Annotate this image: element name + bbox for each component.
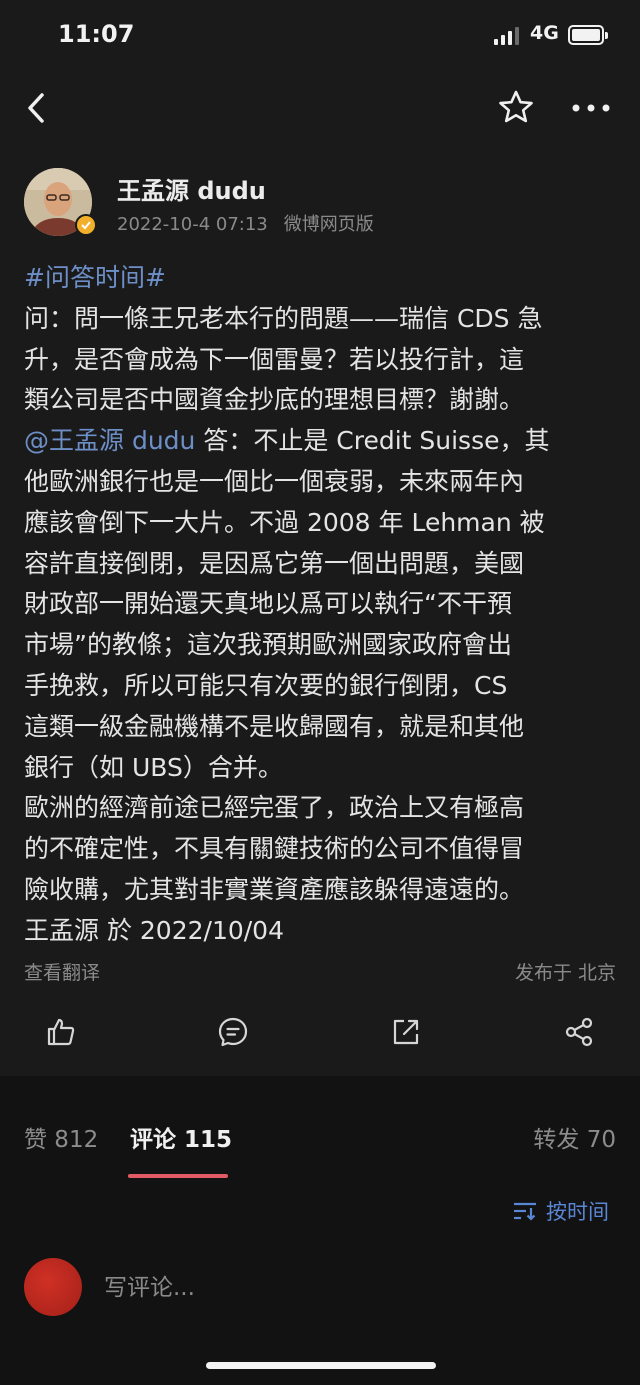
status-time: 11:07 [58,20,135,48]
post-line: 財政部一開始還天真地以爲可以執行“不干預 [24,589,512,619]
network-type: 4G [530,22,559,44]
post-source: 微博网页版 [283,214,374,235]
post-line: 這類一級金融機構不是收歸國有，就是和其他 [24,711,525,741]
comment-input[interactable] [104,1270,604,1306]
repost-icon [393,1019,419,1045]
hashtag-link[interactable]: #问答时间# [24,258,620,299]
post-card: 王孟源 dudu 2022-10-4 07:13 微博网页版 #问答时间# 问：問… [0,144,640,1076]
active-tab-indicator [128,1174,228,1178]
post-line: 應該會倒下一大片。不過 2008 年 Lehman 被 [24,507,545,537]
share-icon [565,1017,593,1047]
share-button[interactable] [557,1010,601,1054]
post-line: 險收購，尤其對非實業資產應該躲得遠遠的。 [24,874,525,904]
post-line: 市場”的教條；這次我預期歐洲國家政府會出 [24,630,512,660]
post-line: 他歐洲銀行也是一個比一個衰弱，未來兩年內 [24,466,525,496]
repost-button[interactable] [384,1010,428,1054]
sort-button[interactable]: 按时间 [512,1196,609,1226]
star-icon [499,90,533,123]
post-location: 发布于 北京 [514,962,616,984]
post-line: 手挽救，所以可能只有次要的銀行倒閉，CS [24,670,508,700]
tab-reposts[interactable]: 转发 70 [533,1120,616,1154]
post-line: 问：問一條王兄老本行的問題——瑞信 CDS 急 [24,303,543,333]
nav-bar [0,72,640,144]
post-line: 的不確定性，不具有關鍵技術的公司不值得冒 [24,834,525,864]
mention-link[interactable]: @王孟源 dudu [24,426,195,455]
author-name[interactable]: 王孟源 dudu [117,171,266,206]
interaction-tabs: 赞 812 评论 115 转发 70 [0,1102,640,1178]
like-button[interactable] [39,1010,83,1054]
like-icon [47,1018,75,1046]
status-bar: 11:07 4G [0,0,640,72]
favorite-button[interactable] [493,84,539,130]
sort-icon [514,1202,536,1221]
post-line: 銀行（如 UBS）合并。 [24,752,283,782]
post-line: 歐洲的經濟前途已經完蛋了，政治上又有極高 [24,793,525,823]
tab-comments[interactable]: 评论 115 [130,1120,232,1154]
sort-label: 按时间 [546,1200,609,1224]
post-line: 容許直接倒閉，是因爲它第一個出問題，美國 [24,548,525,578]
comment-button[interactable] [211,1010,255,1054]
post-meta: 2022-10-4 07:13 微博网页版 [117,210,374,236]
battery-icon [568,25,608,45]
post-line: 王孟源 於 2022/10/04 [24,915,284,945]
more-button[interactable] [564,86,618,130]
post-body: #问答时间# 问：問一條王兄老本行的問題——瑞信 CDS 急 升，是否會成為下一… [24,258,620,992]
post-line: 答：不止是 Credit Suisse，其 [195,426,550,456]
post-date: 2022-10-4 07:13 [117,214,268,235]
signal-icon [494,27,519,45]
home-indicator[interactable] [206,1362,436,1369]
more-icon [572,104,610,112]
comment-icon [218,1017,248,1047]
chevron-left-icon [28,93,44,123]
post-line: 類公司是否中國資金抄底的理想目標？謝謝。 [24,385,525,415]
verified-badge-icon [75,214,97,236]
post-actions [0,1010,640,1054]
back-button[interactable] [14,86,58,130]
user-avatar[interactable] [24,1258,82,1316]
translate-link[interactable]: 查看翻译 [24,958,100,985]
comment-bar [0,1246,640,1326]
tab-likes[interactable]: 赞 812 [24,1120,98,1154]
post-line: 升，是否會成為下一個雷曼？若以投行計，這 [24,344,525,374]
